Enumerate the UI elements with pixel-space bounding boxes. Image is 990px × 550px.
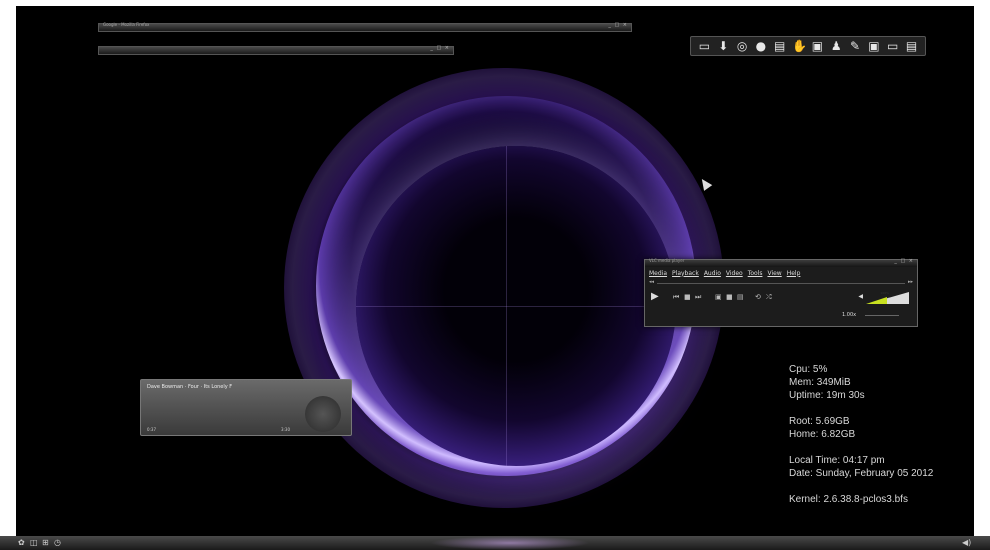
brush-icon[interactable]: ✎	[849, 39, 862, 53]
menu-playback[interactable]: Playback	[672, 270, 699, 277]
window-title: Google - Mozilla Firefox	[103, 22, 150, 27]
next-icon[interactable]: ⏭	[695, 293, 701, 302]
volume-percent: 100%	[880, 291, 889, 295]
home-disk: Home: 6.82GB	[789, 429, 856, 440]
menu-media[interactable]: Media	[649, 270, 667, 277]
player-controls: ▶ ⏮ ■ ⏭ ▣ ■ ▤ ⟲ ⤮ ◀ 100%	[649, 290, 913, 306]
taskbar: ✿ ◫ ⊞ ◷ ◀)	[0, 536, 990, 550]
kernel-version: Kernel: 2.6.38.8-pclos3.bfs	[789, 494, 908, 505]
volume-fill	[866, 297, 887, 304]
previous-icon[interactable]: ⏮	[673, 293, 679, 302]
music-widget[interactable]: Dave Bowman · Four · Its Lonely F 0:37 3…	[140, 379, 352, 436]
total-time: 3:30	[281, 427, 290, 432]
seek-forward-icon[interactable]: ▸▸	[908, 279, 913, 285]
player-titlebar[interactable]: VLC media player _ □ ×	[645, 258, 917, 267]
player-menu-bar: Media Playback Audio Video Tools View He…	[645, 267, 917, 279]
workspace-icon[interactable]: ⊞	[42, 538, 49, 547]
loop-icon[interactable]: ⟲	[755, 293, 761, 301]
root-disk: Root: 5.69GB	[789, 416, 850, 427]
app-dock: ▭ ⬇ ◎ ● ▤ ✋ ▣ ♟ ✎ ▣ ▭ ▤	[690, 36, 926, 56]
date: Date: Sunday, February 05 2012	[789, 468, 934, 479]
seek-bar[interactable]: ◂◂ ▸▸	[649, 279, 913, 288]
play-button[interactable]: ▶	[651, 291, 659, 302]
chrome-icon[interactable]: ◎	[736, 39, 749, 53]
seek-track[interactable]	[657, 283, 905, 284]
menu-video[interactable]: Video	[726, 270, 743, 277]
player-title: VLC media player	[649, 258, 685, 263]
local-time: Local Time: 04:17 pm	[789, 455, 885, 466]
playlist-icon[interactable]: ▤	[737, 293, 744, 301]
album-art	[305, 396, 341, 432]
fullscreen-icon[interactable]: ▣	[715, 293, 722, 301]
window-titlebar-firefox[interactable]: Google - Mozilla Firefox _ □ ×	[98, 22, 632, 32]
start-menu-icon[interactable]: ✿	[18, 538, 25, 547]
media-player-window: VLC media player _ □ × Media Playback Au…	[644, 258, 918, 327]
window-controls[interactable]: _ □ ×	[430, 45, 450, 51]
shuffle-icon[interactable]: ⤮	[766, 293, 772, 302]
extended-settings-icon[interactable]: ■	[726, 293, 733, 301]
hand-icon[interactable]: ✋	[792, 39, 807, 53]
chess-icon[interactable]: ♟	[830, 39, 843, 53]
monitor-icon[interactable]: ▣	[811, 39, 824, 53]
show-desktop-icon[interactable]: ◫	[30, 538, 38, 547]
desktop: Google - Mozilla Firefox _ □ × _ □ × ▭ ⬇…	[16, 6, 974, 542]
now-playing-title: Dave Bowman · Four · Its Lonely F	[147, 384, 233, 390]
menu-tools[interactable]: Tools	[748, 270, 763, 277]
elapsed-time: 0:37	[147, 427, 156, 432]
playback-rate[interactable]: 1.00x	[842, 312, 856, 318]
chat-icon[interactable]: ●	[754, 39, 767, 53]
window-titlebar-second[interactable]: _ □ ×	[98, 45, 454, 55]
system-monitor: Cpu: 5% Mem: 349MiB Uptime: 19m 30s Root…	[789, 363, 933, 506]
calculator-icon[interactable]: ▤	[773, 39, 786, 53]
stop-icon[interactable]: ■	[684, 293, 691, 301]
menu-help[interactable]: Help	[787, 270, 801, 277]
window-controls[interactable]: _ □ ×	[894, 258, 914, 264]
menu-view[interactable]: View	[767, 270, 781, 277]
taskbar-glow	[430, 536, 590, 550]
speaker-icon[interactable]: ◀	[858, 293, 863, 300]
window-controls[interactable]: _ □ ×	[608, 22, 628, 28]
terminal-icon[interactable]: ▭	[886, 39, 899, 53]
desktop-icon[interactable]: ▭	[698, 39, 711, 53]
download-icon[interactable]: ⬇	[717, 39, 730, 53]
clock-icon[interactable]: ◷	[54, 538, 61, 547]
cpu-usage: Cpu: 5%	[789, 364, 828, 375]
uptime: Uptime: 19m 30s	[789, 390, 865, 401]
wallpaper-line	[356, 306, 676, 307]
clipboard-icon[interactable]: ▤	[905, 39, 918, 53]
rate-slider[interactable]	[865, 315, 899, 316]
memory-usage: Mem: 349MiB	[789, 377, 851, 388]
seek-back-icon[interactable]: ◂◂	[649, 279, 654, 285]
menu-audio[interactable]: Audio	[704, 270, 721, 277]
volume-tray-icon[interactable]: ◀)	[962, 538, 971, 547]
package-icon[interactable]: ▣	[867, 39, 880, 53]
